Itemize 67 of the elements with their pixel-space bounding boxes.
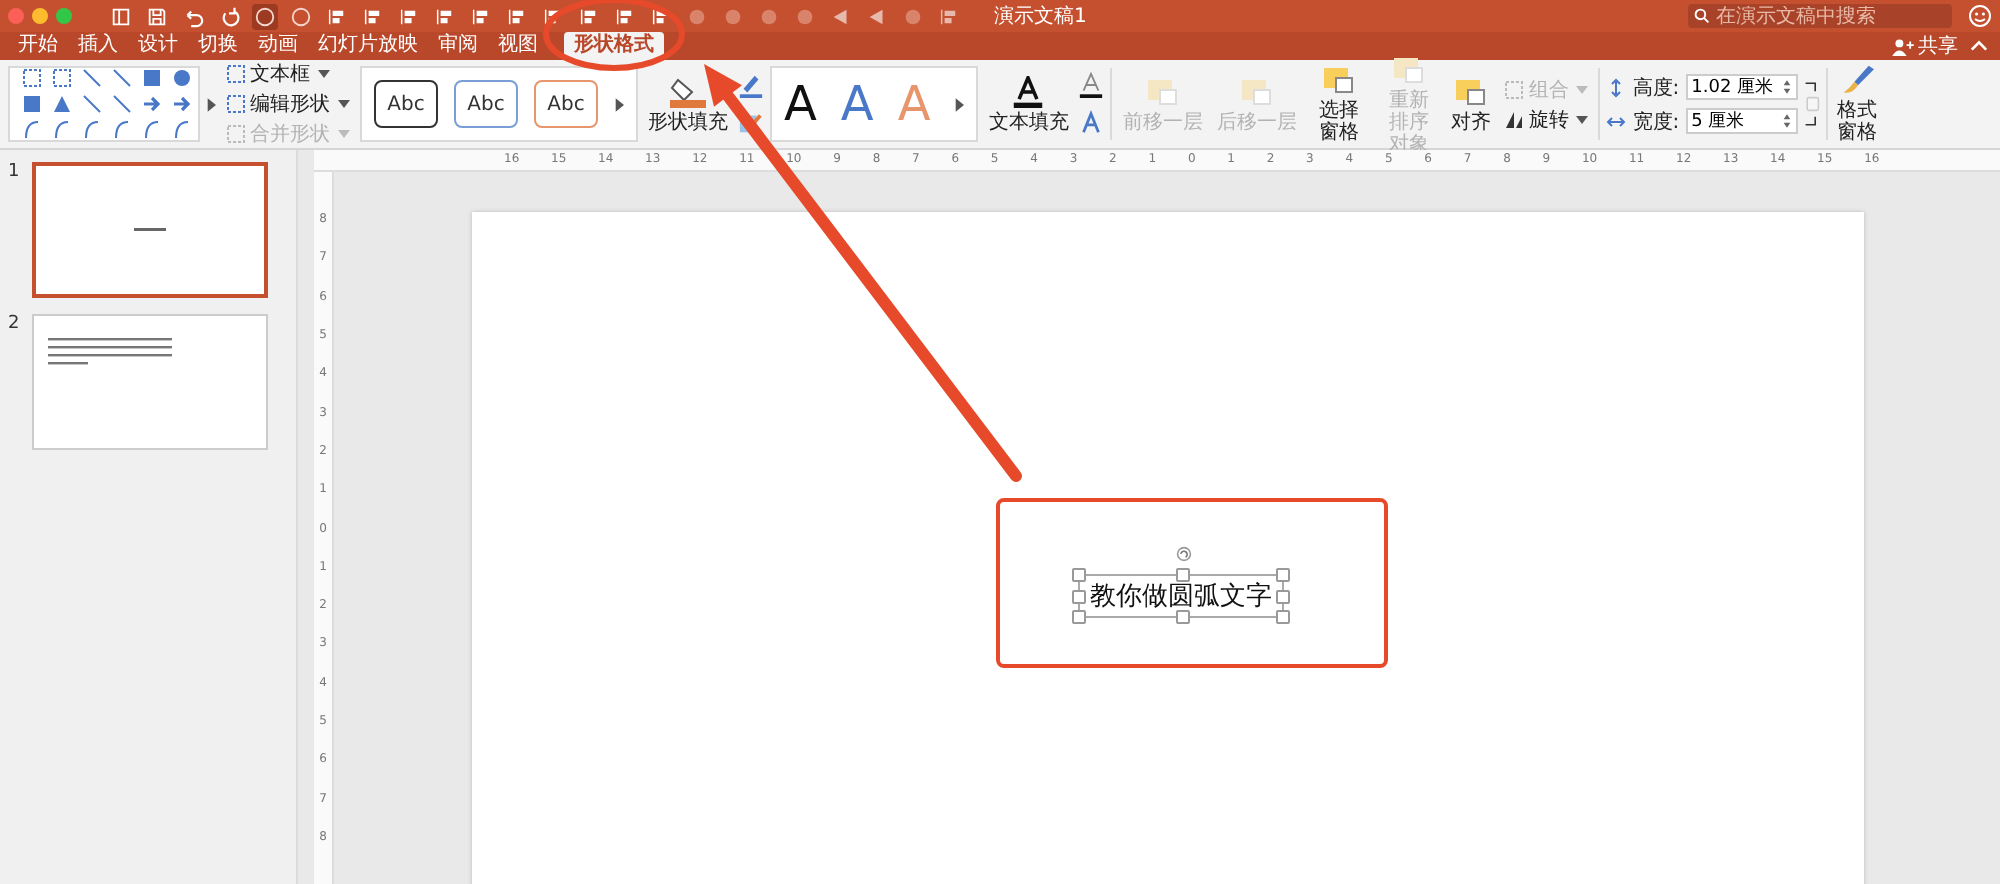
caret-icon	[1576, 85, 1589, 93]
size-field[interactable]: 1.02 厘米	[1685, 74, 1798, 100]
resize-handle[interactable]	[1176, 568, 1190, 582]
ribbon-tab[interactable]: 视图	[488, 32, 548, 60]
more-arrow-icon[interactable]	[614, 97, 624, 111]
pen-outline-icon[interactable]	[738, 72, 764, 98]
ribbon-tab[interactable]: 设计	[128, 32, 188, 60]
text-fill-button[interactable]: 文本填充	[984, 75, 1073, 133]
layers-icon	[1236, 75, 1277, 107]
sidebar-icon[interactable]	[108, 3, 134, 29]
slide-thumbnail[interactable]	[32, 162, 268, 298]
more-arrow-icon[interactable]	[206, 97, 216, 111]
rotate-icon	[1504, 109, 1525, 129]
ribbon-tab[interactable]: 开始	[8, 32, 68, 60]
ribbon-tab[interactable]: 动画	[248, 32, 308, 60]
slide-number: 2	[8, 314, 20, 338]
slide-text: 教你做圆弧文字	[1090, 580, 1272, 614]
shapes-gallery[interactable]	[8, 66, 200, 142]
caret-icon	[1576, 115, 1589, 123]
height-icon	[1606, 77, 1627, 97]
ribbon-command[interactable]: 文本框	[222, 60, 354, 88]
text-outline-icon[interactable]	[1078, 72, 1105, 98]
shape-style-swatch[interactable]: Abc	[374, 80, 438, 128]
size-label: 宽度:	[1632, 109, 1680, 135]
ribbon-command[interactable]: 编辑形状	[222, 90, 354, 118]
paint-bucket-icon	[668, 75, 708, 107]
person-add-icon	[1892, 37, 1914, 55]
layers-icon	[1142, 75, 1183, 107]
size-field[interactable]: 5 厘米	[1685, 108, 1798, 134]
save-icon[interactable]	[144, 3, 170, 29]
circle-icon[interactable]	[252, 3, 278, 29]
caret-icon	[338, 130, 350, 138]
caret-icon	[318, 70, 330, 78]
title-text-mark	[134, 228, 166, 232]
format-pane-button[interactable]: 格式窗格	[1833, 64, 1882, 144]
ribbon-tab[interactable]: 形状格式	[564, 32, 664, 60]
body-text-lines	[48, 338, 172, 366]
collapse-icon[interactable]	[1970, 40, 1988, 52]
group-icon	[1504, 79, 1525, 99]
window-title: 演示文稿1	[994, 3, 1087, 30]
circle-icon[interactable]	[288, 3, 314, 29]
layers-icon	[1450, 75, 1491, 107]
caret-icon	[338, 100, 350, 108]
minimize-button[interactable]	[32, 8, 48, 24]
stepper-icon	[1781, 78, 1792, 96]
shape-style-swatch[interactable]: Abc	[454, 80, 518, 128]
stepper-icon	[1781, 112, 1792, 130]
width-icon	[1606, 111, 1627, 131]
arrange-button[interactable]: 选择窗格	[1306, 64, 1371, 144]
shape-fill-button[interactable]: 形状填充	[644, 75, 732, 133]
ribbon-tab[interactable]: 审阅	[428, 32, 488, 60]
rotate-button[interactable]: 旋转	[1500, 105, 1593, 133]
ribbon-tab[interactable]: 幻灯片放映	[308, 32, 428, 60]
shape-style-swatch[interactable]: Abc	[534, 80, 598, 128]
arrange-button[interactable]: 对齐	[1446, 75, 1495, 133]
smiley-icon[interactable]	[1968, 4, 1992, 28]
size-label: 高度:	[1632, 75, 1680, 101]
share-button[interactable]: 共享	[1884, 32, 1966, 60]
more-arrow-icon[interactable]	[954, 97, 965, 111]
ribbon-tab[interactable]: 切换	[188, 32, 248, 60]
text-effects-icon[interactable]	[1078, 110, 1105, 136]
search-icon	[1694, 8, 1710, 24]
slide-number: 1	[8, 162, 20, 186]
ribbon-tab[interactable]: 插入	[68, 32, 128, 60]
resize-handle[interactable]	[1176, 610, 1190, 624]
rotate-handle[interactable]	[1176, 546, 1192, 562]
slide-thumbnail[interactable]	[32, 314, 268, 450]
